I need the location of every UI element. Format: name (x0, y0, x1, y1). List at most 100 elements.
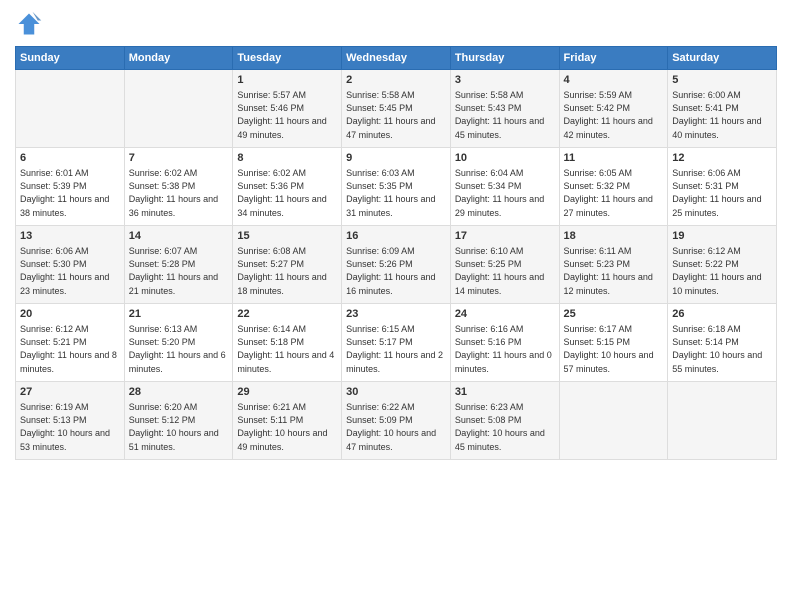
day-cell (124, 70, 233, 148)
day-number: 9 (346, 151, 446, 166)
day-cell: 4Sunrise: 5:59 AM Sunset: 5:42 PM Daylig… (559, 70, 668, 148)
weekday-header-row: SundayMondayTuesdayWednesdayThursdayFrid… (16, 47, 777, 70)
logo (15, 10, 47, 38)
header (15, 10, 777, 38)
weekday-header-wednesday: Wednesday (342, 47, 451, 70)
day-cell: 6Sunrise: 6:01 AM Sunset: 5:39 PM Daylig… (16, 148, 125, 226)
week-row-1: 1Sunrise: 5:57 AM Sunset: 5:46 PM Daylig… (16, 70, 777, 148)
day-number: 6 (20, 151, 120, 166)
day-number: 11 (564, 151, 664, 166)
day-cell: 10Sunrise: 6:04 AM Sunset: 5:34 PM Dayli… (450, 148, 559, 226)
week-row-3: 13Sunrise: 6:06 AM Sunset: 5:30 PM Dayli… (16, 226, 777, 304)
day-cell: 16Sunrise: 6:09 AM Sunset: 5:26 PM Dayli… (342, 226, 451, 304)
day-info: Sunrise: 6:18 AM Sunset: 5:14 PM Dayligh… (672, 323, 772, 375)
day-number: 15 (237, 229, 337, 244)
day-info: Sunrise: 6:19 AM Sunset: 5:13 PM Dayligh… (20, 401, 120, 453)
logo-icon (15, 10, 43, 38)
day-info: Sunrise: 6:02 AM Sunset: 5:36 PM Dayligh… (237, 167, 337, 219)
day-info: Sunrise: 6:14 AM Sunset: 5:18 PM Dayligh… (237, 323, 337, 375)
weekday-header-tuesday: Tuesday (233, 47, 342, 70)
day-number: 19 (672, 229, 772, 244)
day-info: Sunrise: 6:20 AM Sunset: 5:12 PM Dayligh… (129, 401, 229, 453)
day-cell: 7Sunrise: 6:02 AM Sunset: 5:38 PM Daylig… (124, 148, 233, 226)
day-number: 18 (564, 229, 664, 244)
day-number: 31 (455, 385, 555, 400)
day-cell: 29Sunrise: 6:21 AM Sunset: 5:11 PM Dayli… (233, 382, 342, 460)
page: SundayMondayTuesdayWednesdayThursdayFrid… (0, 0, 792, 612)
day-info: Sunrise: 5:59 AM Sunset: 5:42 PM Dayligh… (564, 89, 664, 141)
day-number: 29 (237, 385, 337, 400)
day-info: Sunrise: 5:58 AM Sunset: 5:45 PM Dayligh… (346, 89, 446, 141)
day-cell: 5Sunrise: 6:00 AM Sunset: 5:41 PM Daylig… (668, 70, 777, 148)
day-cell: 12Sunrise: 6:06 AM Sunset: 5:31 PM Dayli… (668, 148, 777, 226)
day-number: 17 (455, 229, 555, 244)
week-row-4: 20Sunrise: 6:12 AM Sunset: 5:21 PM Dayli… (16, 304, 777, 382)
day-cell: 3Sunrise: 5:58 AM Sunset: 5:43 PM Daylig… (450, 70, 559, 148)
day-info: Sunrise: 6:03 AM Sunset: 5:35 PM Dayligh… (346, 167, 446, 219)
weekday-header-thursday: Thursday (450, 47, 559, 70)
day-info: Sunrise: 6:22 AM Sunset: 5:09 PM Dayligh… (346, 401, 446, 453)
day-cell: 31Sunrise: 6:23 AM Sunset: 5:08 PM Dayli… (450, 382, 559, 460)
day-info: Sunrise: 6:01 AM Sunset: 5:39 PM Dayligh… (20, 167, 120, 219)
day-info: Sunrise: 6:23 AM Sunset: 5:08 PM Dayligh… (455, 401, 555, 453)
day-info: Sunrise: 6:06 AM Sunset: 5:30 PM Dayligh… (20, 245, 120, 297)
day-number: 1 (237, 73, 337, 88)
day-cell (16, 70, 125, 148)
day-info: Sunrise: 6:02 AM Sunset: 5:38 PM Dayligh… (129, 167, 229, 219)
day-info: Sunrise: 6:11 AM Sunset: 5:23 PM Dayligh… (564, 245, 664, 297)
day-cell: 24Sunrise: 6:16 AM Sunset: 5:16 PM Dayli… (450, 304, 559, 382)
day-info: Sunrise: 6:06 AM Sunset: 5:31 PM Dayligh… (672, 167, 772, 219)
weekday-header-monday: Monday (124, 47, 233, 70)
day-number: 26 (672, 307, 772, 322)
day-info: Sunrise: 6:21 AM Sunset: 5:11 PM Dayligh… (237, 401, 337, 453)
day-info: Sunrise: 6:00 AM Sunset: 5:41 PM Dayligh… (672, 89, 772, 141)
day-number: 22 (237, 307, 337, 322)
day-cell: 9Sunrise: 6:03 AM Sunset: 5:35 PM Daylig… (342, 148, 451, 226)
day-info: Sunrise: 6:07 AM Sunset: 5:28 PM Dayligh… (129, 245, 229, 297)
week-row-2: 6Sunrise: 6:01 AM Sunset: 5:39 PM Daylig… (16, 148, 777, 226)
day-number: 16 (346, 229, 446, 244)
day-cell: 13Sunrise: 6:06 AM Sunset: 5:30 PM Dayli… (16, 226, 125, 304)
day-cell (559, 382, 668, 460)
day-info: Sunrise: 6:13 AM Sunset: 5:20 PM Dayligh… (129, 323, 229, 375)
day-cell: 28Sunrise: 6:20 AM Sunset: 5:12 PM Dayli… (124, 382, 233, 460)
day-cell: 17Sunrise: 6:10 AM Sunset: 5:25 PM Dayli… (450, 226, 559, 304)
day-cell: 26Sunrise: 6:18 AM Sunset: 5:14 PM Dayli… (668, 304, 777, 382)
day-info: Sunrise: 6:16 AM Sunset: 5:16 PM Dayligh… (455, 323, 555, 375)
day-cell: 21Sunrise: 6:13 AM Sunset: 5:20 PM Dayli… (124, 304, 233, 382)
day-number: 24 (455, 307, 555, 322)
day-info: Sunrise: 5:57 AM Sunset: 5:46 PM Dayligh… (237, 89, 337, 141)
day-cell: 11Sunrise: 6:05 AM Sunset: 5:32 PM Dayli… (559, 148, 668, 226)
day-number: 30 (346, 385, 446, 400)
day-number: 12 (672, 151, 772, 166)
day-number: 8 (237, 151, 337, 166)
day-cell: 27Sunrise: 6:19 AM Sunset: 5:13 PM Dayli… (16, 382, 125, 460)
day-number: 2 (346, 73, 446, 88)
weekday-header-saturday: Saturday (668, 47, 777, 70)
day-number: 25 (564, 307, 664, 322)
day-number: 20 (20, 307, 120, 322)
day-info: Sunrise: 6:09 AM Sunset: 5:26 PM Dayligh… (346, 245, 446, 297)
day-info: Sunrise: 6:12 AM Sunset: 5:22 PM Dayligh… (672, 245, 772, 297)
day-info: Sunrise: 5:58 AM Sunset: 5:43 PM Dayligh… (455, 89, 555, 141)
week-row-5: 27Sunrise: 6:19 AM Sunset: 5:13 PM Dayli… (16, 382, 777, 460)
day-cell: 19Sunrise: 6:12 AM Sunset: 5:22 PM Dayli… (668, 226, 777, 304)
day-number: 27 (20, 385, 120, 400)
day-cell: 8Sunrise: 6:02 AM Sunset: 5:36 PM Daylig… (233, 148, 342, 226)
day-number: 7 (129, 151, 229, 166)
day-cell: 14Sunrise: 6:07 AM Sunset: 5:28 PM Dayli… (124, 226, 233, 304)
weekday-header-sunday: Sunday (16, 47, 125, 70)
day-number: 4 (564, 73, 664, 88)
day-cell (668, 382, 777, 460)
day-info: Sunrise: 6:17 AM Sunset: 5:15 PM Dayligh… (564, 323, 664, 375)
day-number: 5 (672, 73, 772, 88)
day-cell: 23Sunrise: 6:15 AM Sunset: 5:17 PM Dayli… (342, 304, 451, 382)
weekday-header-friday: Friday (559, 47, 668, 70)
day-number: 13 (20, 229, 120, 244)
calendar-table: SundayMondayTuesdayWednesdayThursdayFrid… (15, 46, 777, 460)
day-cell: 2Sunrise: 5:58 AM Sunset: 5:45 PM Daylig… (342, 70, 451, 148)
day-cell: 1Sunrise: 5:57 AM Sunset: 5:46 PM Daylig… (233, 70, 342, 148)
day-info: Sunrise: 6:10 AM Sunset: 5:25 PM Dayligh… (455, 245, 555, 297)
day-info: Sunrise: 6:04 AM Sunset: 5:34 PM Dayligh… (455, 167, 555, 219)
day-number: 3 (455, 73, 555, 88)
